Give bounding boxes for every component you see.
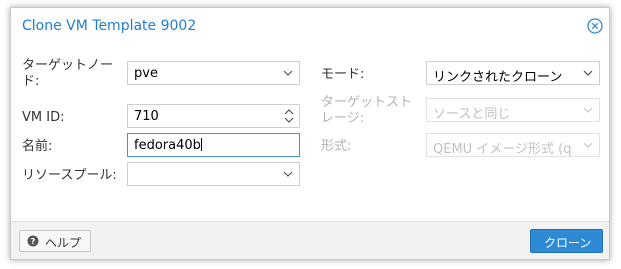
- mode-select[interactable]: リンクされたクローン: [426, 61, 600, 85]
- target-node-label: ターゲットノー ド:: [22, 58, 113, 90]
- name-value-wrap: fedora40b: [134, 138, 202, 153]
- target-storage-value: ソースと同じ: [433, 107, 511, 122]
- resource-pool-label: リソースプール:: [22, 168, 117, 183]
- chevron-down-icon[interactable]: [281, 168, 295, 180]
- target-storage-select[interactable]: ソースと同じ: [426, 98, 600, 122]
- vm-id-input[interactable]: 710: [127, 104, 300, 128]
- text-caret: [200, 138, 202, 151]
- question-circle-icon: ?: [27, 235, 39, 247]
- target-node-label-line2: ド:: [22, 74, 40, 89]
- resource-pool-select[interactable]: [127, 162, 300, 186]
- help-button[interactable]: ? ヘルプ: [19, 230, 91, 252]
- chevron-down-icon[interactable]: [581, 104, 595, 116]
- target-storage-label: ターゲットスト レージ:: [321, 95, 412, 127]
- dialog-body: ターゲットノー ド: pve VM ID: 710 名前: fedora40b …: [11, 44, 609, 221]
- name-label: 名前:: [22, 139, 53, 154]
- target-node-select[interactable]: pve: [127, 61, 300, 85]
- format-label: 形式:: [321, 139, 352, 154]
- clone-button[interactable]: クローン: [530, 229, 603, 253]
- dialog-header: Clone VM Template 9002: [11, 8, 609, 44]
- dialog-footer: ? ヘルプ クローン: [11, 221, 609, 259]
- target-storage-label-line2: レージ:: [321, 111, 365, 126]
- mode-value: リンクされたクローン: [433, 70, 563, 85]
- chevron-down-icon[interactable]: [581, 67, 595, 79]
- spinner-arrows-icon[interactable]: [283, 107, 295, 125]
- target-node-label-line1: ターゲットノー: [22, 58, 114, 73]
- mode-label: モード:: [321, 67, 365, 82]
- clone-vm-dialog: Clone VM Template 9002 ターゲットノー ド: pve VM…: [10, 7, 610, 260]
- target-node-value: pve: [134, 66, 158, 81]
- svg-text:?: ?: [31, 237, 36, 246]
- vm-id-value: 710: [134, 109, 159, 124]
- name-value: fedora40b: [134, 138, 201, 153]
- clone-button-label: クローン: [544, 236, 592, 250]
- vm-id-label: VM ID:: [22, 110, 65, 125]
- chevron-down-icon[interactable]: [281, 67, 295, 79]
- format-select[interactable]: QEMU イメージ形式 (q: [426, 133, 600, 157]
- close-icon[interactable]: [587, 18, 603, 34]
- help-button-label: ヘルプ: [45, 236, 82, 250]
- target-storage-label-line1: ターゲットスト: [321, 95, 413, 110]
- chevron-down-icon[interactable]: [581, 139, 595, 151]
- name-input[interactable]: fedora40b: [127, 133, 300, 157]
- format-value: QEMU イメージ形式 (q: [433, 142, 572, 157]
- dialog-title: Clone VM Template 9002: [22, 18, 197, 34]
